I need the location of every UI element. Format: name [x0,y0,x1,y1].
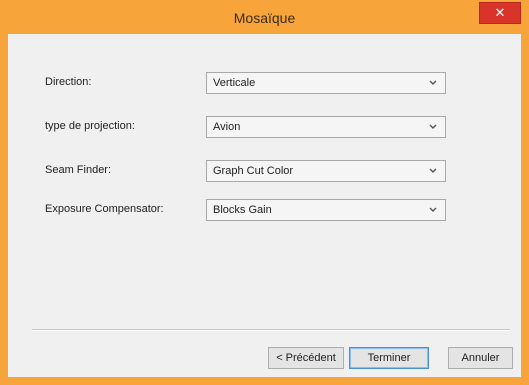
exposure-compensator-value: Blocks Gain [213,204,272,216]
exposure-compensator-select[interactable]: Blocks Gain [206,199,446,221]
chevron-down-icon [429,207,437,212]
title-bar[interactable]: Mosaïque ✕ [0,0,529,34]
close-icon: ✕ [494,5,506,20]
dialog-client-area: Direction: Verticale type de projection:… [8,34,521,377]
form-row-projection-type: type de projection: Avion [8,116,521,138]
projection-type-select[interactable]: Avion [206,116,446,138]
close-button[interactable]: ✕ [479,2,521,24]
form-row-exposure-compensator: Exposure Compensator: Blocks Gain [8,199,521,221]
footer-separator [32,329,510,331]
mosaic-dialog-window: Mosaïque ✕ Direction: Verticale type de … [0,0,529,385]
direction-select[interactable]: Verticale [206,72,446,94]
chevron-down-icon [429,80,437,85]
direction-value: Verticale [213,77,256,89]
exposure-compensator-label: Exposure Compensator: [45,203,164,215]
direction-label: Direction: [45,76,92,88]
form-row-direction: Direction: Verticale [8,72,521,94]
previous-button[interactable]: < Précédent [268,347,344,369]
form-row-seam-finder: Seam Finder: Graph Cut Color [8,160,521,182]
cancel-button[interactable]: Annuler [448,347,513,369]
finish-button[interactable]: Terminer [349,347,429,369]
window-title: Mosaïque [233,10,296,26]
chevron-down-icon [429,124,437,129]
projection-type-label: type de projection: [45,120,135,132]
seam-finder-select[interactable]: Graph Cut Color [206,160,446,182]
seam-finder-value: Graph Cut Color [213,165,294,177]
projection-type-value: Avion [213,121,241,133]
chevron-down-icon [429,168,437,173]
seam-finder-label: Seam Finder: [45,164,112,176]
